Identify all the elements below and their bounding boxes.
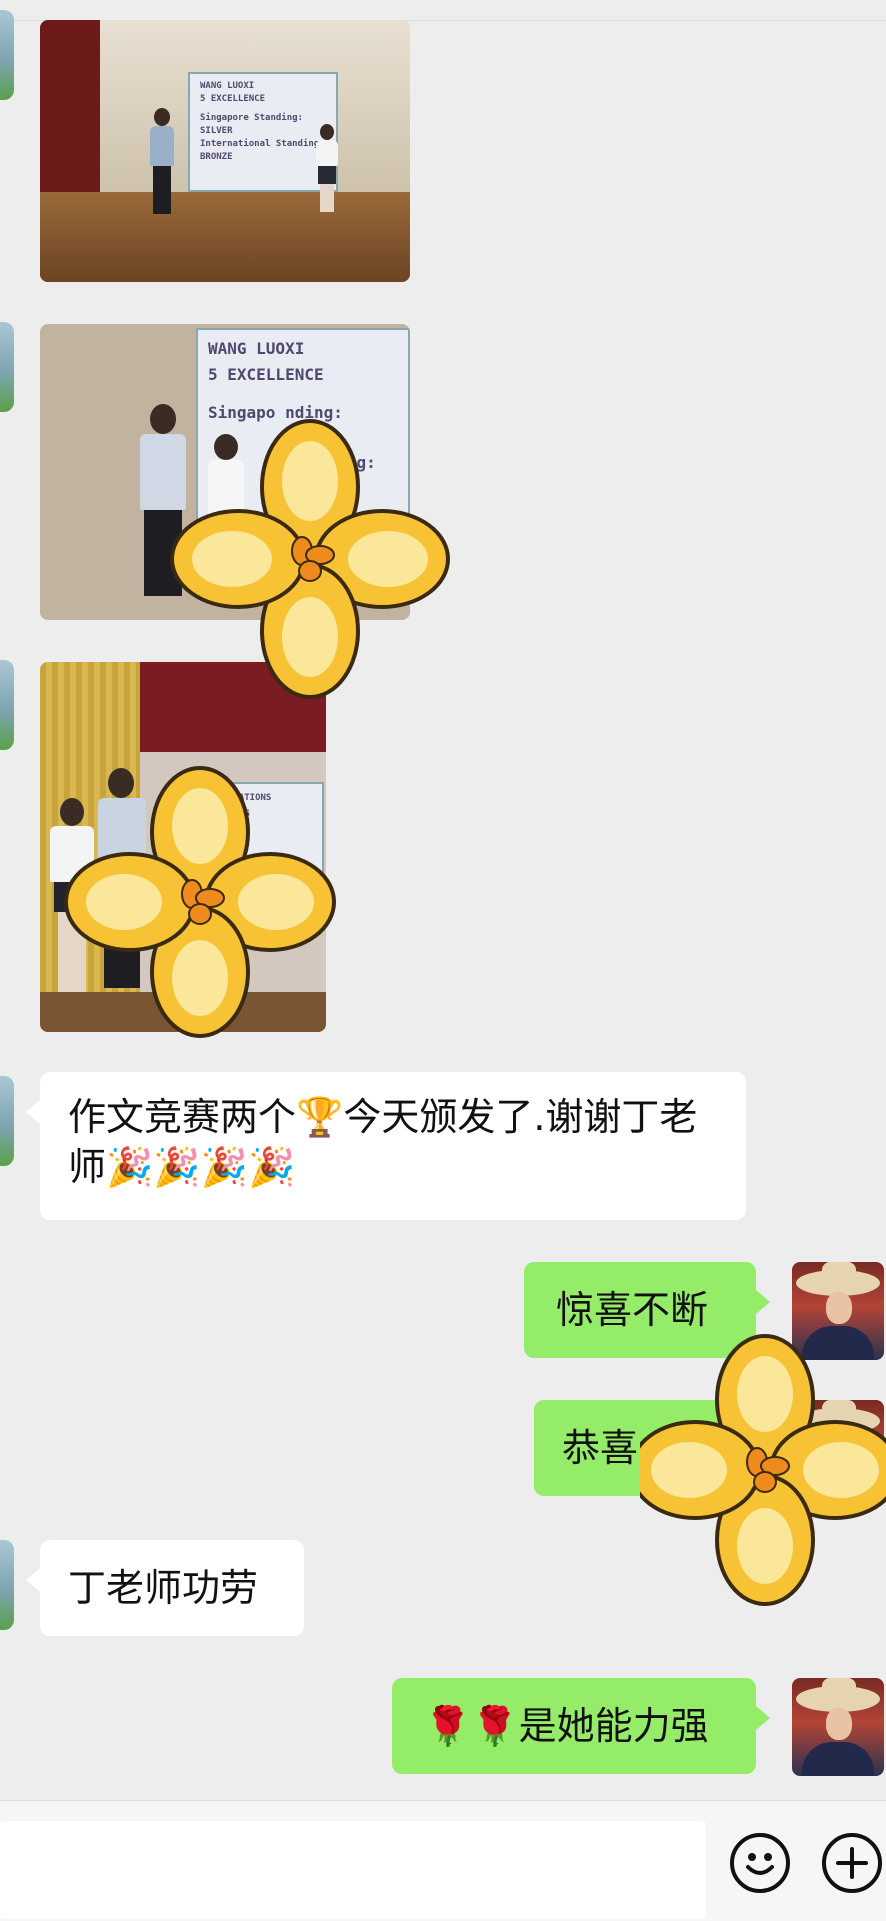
input-bar xyxy=(0,1800,886,1921)
message-bubble-received[interactable]: 作文竞赛两个🏆今天颁发了.谢谢丁老师🎉🎉🎉🎉 xyxy=(26,1072,746,1220)
contact-avatar[interactable] xyxy=(0,1540,14,1630)
slide-line: WANG LUOXI xyxy=(200,81,255,91)
photo-message[interactable]: WANG LUOXI 5 EXCELLENCE Singapore Standi… xyxy=(40,20,410,282)
slide-line: 5 EXCELLENCE xyxy=(200,94,266,104)
slide-line: Singapore Standing: xyxy=(200,113,303,123)
slide-line: BRONZE xyxy=(200,152,233,162)
smiley-icon[interactable] xyxy=(730,1833,790,1893)
message-bubble-sent[interactable]: 🌹🌹是她能力强 xyxy=(392,1678,770,1774)
stage-floor xyxy=(40,192,410,282)
contact-avatar[interactable] xyxy=(0,10,14,100)
flower-sticker xyxy=(64,766,336,1038)
contact-avatar[interactable] xyxy=(0,322,14,412)
user-avatar[interactable] xyxy=(792,1678,884,1776)
message-text: 作文竞赛两个🏆今天颁发了.谢谢丁老师🎉🎉🎉🎉 xyxy=(68,1095,698,1189)
slide-line: International Standing: xyxy=(200,139,325,149)
contact-avatar[interactable] xyxy=(0,1076,14,1166)
message-text: 恭喜 xyxy=(562,1426,639,1470)
message-input[interactable] xyxy=(0,1821,706,1919)
message-text: 🌹🌹是她能力强 xyxy=(424,1704,709,1748)
message-text: 惊喜不断 xyxy=(556,1288,709,1332)
flower-sticker xyxy=(170,419,450,699)
slide-line: 5 EXCELLENCE xyxy=(208,365,324,384)
plus-icon[interactable] xyxy=(822,1833,882,1893)
contact-avatar[interactable] xyxy=(0,660,14,750)
flower-sticker xyxy=(640,1334,886,1606)
message-bubble-received[interactable]: 丁老师功劳 xyxy=(26,1540,304,1636)
presentation-slide: WANG LUOXI 5 EXCELLENCE Singapore Standi… xyxy=(188,72,338,192)
message-text: 丁老师功劳 xyxy=(68,1566,259,1610)
slide-line: WANG LUOXI xyxy=(208,339,305,358)
slide-line: SILVER xyxy=(200,126,233,136)
